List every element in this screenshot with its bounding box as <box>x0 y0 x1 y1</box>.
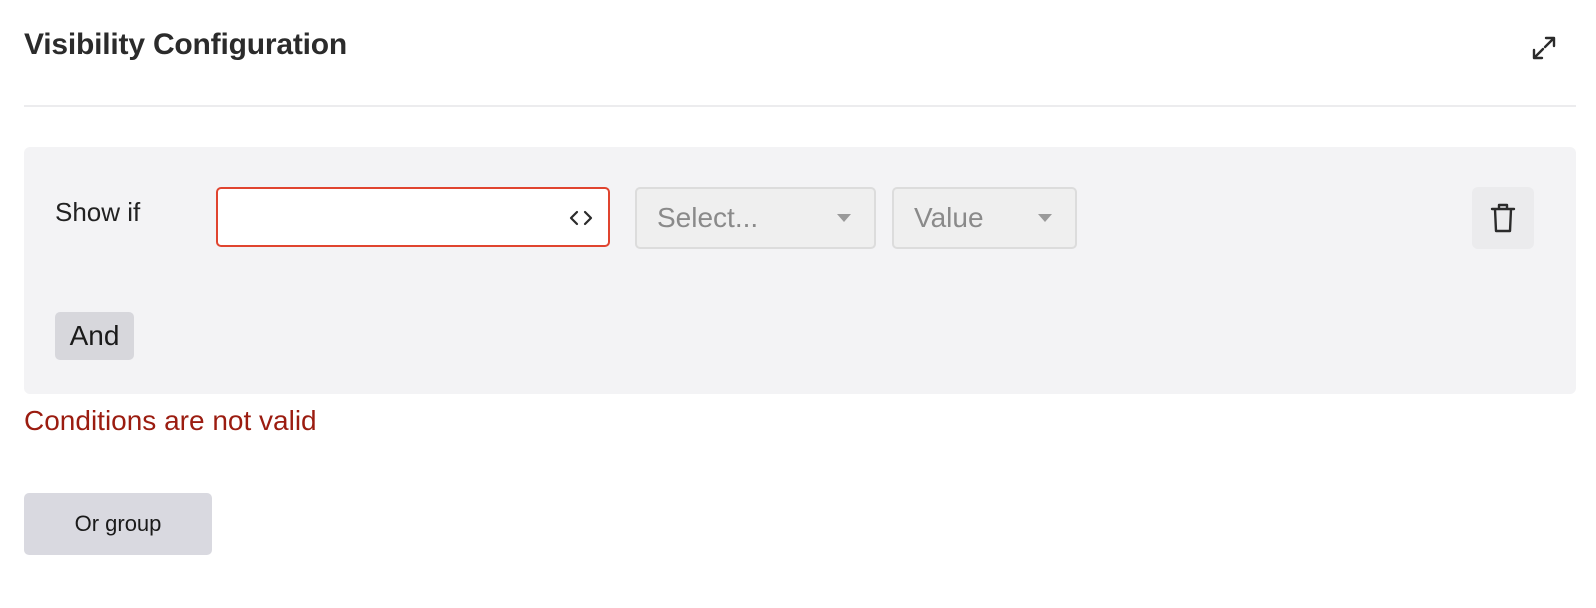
show-if-label: Show if <box>55 197 141 227</box>
value-select[interactable]: Value <box>892 187 1077 249</box>
code-brackets-icon[interactable] <box>568 206 594 230</box>
visibility-configuration-panel: Visibility Configuration Show if Select.… <box>0 0 1596 608</box>
trash-icon <box>1490 203 1516 233</box>
expand-button[interactable] <box>1528 32 1560 64</box>
operator-select[interactable]: Select... <box>635 187 876 249</box>
condition-group: Show if Select... Value And <box>24 147 1576 394</box>
validation-error-message: Conditions are not valid <box>24 405 317 436</box>
caret-down-icon <box>1038 214 1052 222</box>
value-select-placeholder: Value <box>914 202 984 233</box>
caret-down-icon <box>837 214 851 222</box>
delete-condition-button[interactable] <box>1472 187 1534 249</box>
operator-select-placeholder: Select... <box>657 202 759 233</box>
condition-field-input[interactable] <box>216 187 610 247</box>
expand-arrows-icon <box>1532 36 1556 60</box>
header-divider <box>24 105 1576 107</box>
add-or-group-button[interactable]: Or group <box>24 493 212 555</box>
add-and-condition-button[interactable]: And <box>55 312 134 360</box>
page-title: Visibility Configuration <box>24 28 347 61</box>
